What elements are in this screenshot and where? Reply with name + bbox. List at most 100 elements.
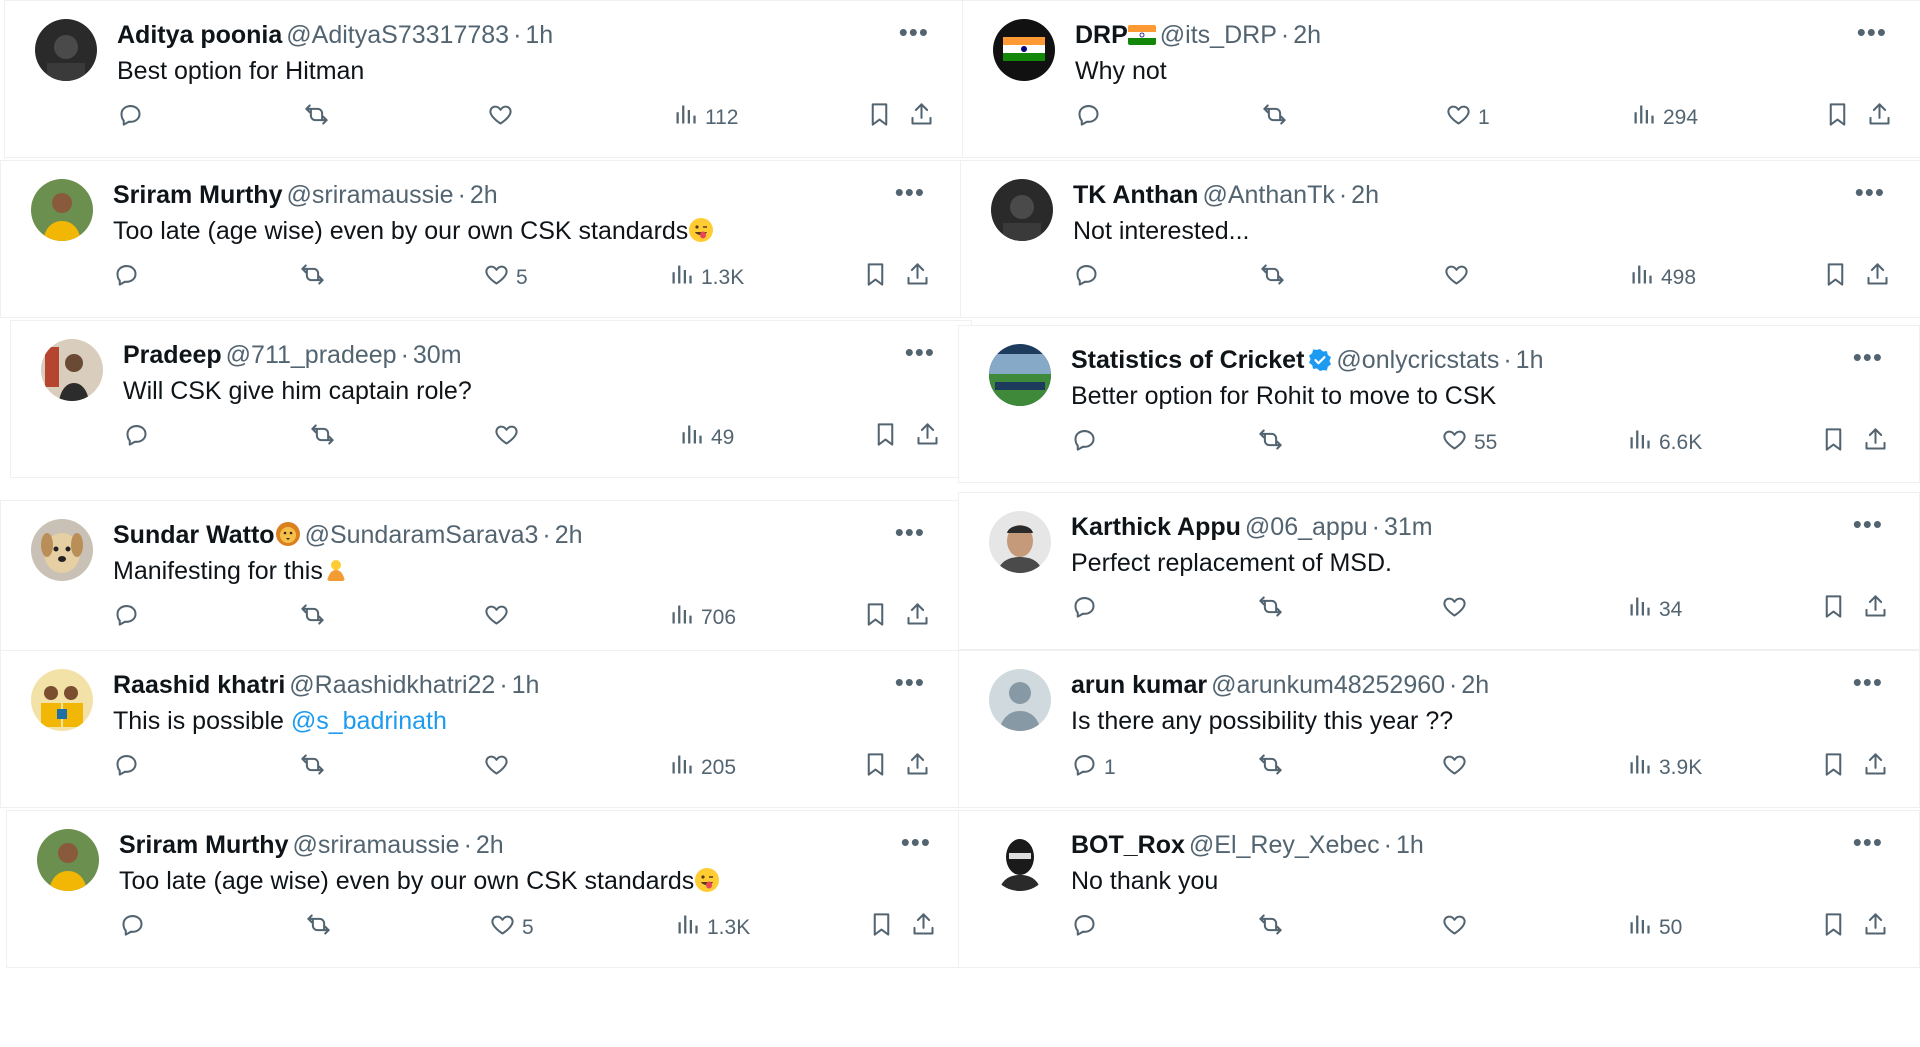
avatar[interactable] bbox=[989, 511, 1051, 573]
reply-button[interactable] bbox=[1075, 101, 1108, 134]
share-button[interactable] bbox=[904, 601, 931, 634]
share-button[interactable] bbox=[1862, 593, 1889, 626]
share-button[interactable] bbox=[908, 101, 935, 134]
user-handle[interactable]: @arunkum48252960 bbox=[1211, 671, 1445, 699]
bookmark-button[interactable] bbox=[866, 101, 893, 134]
retweet-button[interactable] bbox=[299, 261, 332, 294]
bookmark-button[interactable] bbox=[868, 911, 895, 944]
timestamp[interactable]: 2h bbox=[1293, 21, 1321, 49]
share-button[interactable] bbox=[914, 421, 941, 454]
display-name[interactable]: BOT_Rox bbox=[1071, 831, 1185, 859]
avatar[interactable] bbox=[989, 344, 1051, 406]
reply-button[interactable] bbox=[113, 751, 146, 784]
display-name[interactable]: Pradeep bbox=[123, 341, 222, 369]
like-button[interactable] bbox=[1441, 751, 1474, 784]
like-button[interactable]: 1 bbox=[1445, 101, 1490, 134]
views-button[interactable]: 498 bbox=[1628, 261, 1696, 294]
avatar[interactable] bbox=[991, 179, 1053, 241]
timestamp[interactable]: 2h bbox=[470, 181, 498, 209]
like-button[interactable] bbox=[483, 751, 516, 784]
retweet-button[interactable] bbox=[1257, 593, 1290, 626]
timestamp[interactable]: 1h bbox=[1516, 346, 1544, 374]
retweet-button[interactable] bbox=[1257, 426, 1290, 459]
more-options-icon[interactable]: ••• bbox=[1853, 342, 1883, 373]
more-options-icon[interactable]: ••• bbox=[1853, 667, 1883, 698]
views-button[interactable]: 34 bbox=[1626, 593, 1682, 626]
reply-button[interactable] bbox=[123, 421, 156, 454]
more-options-icon[interactable]: ••• bbox=[895, 177, 925, 208]
timestamp[interactable]: 2h bbox=[476, 831, 504, 859]
bookmark-button[interactable] bbox=[872, 421, 899, 454]
reply-button[interactable] bbox=[119, 911, 152, 944]
display-name[interactable]: Sriram Murthy bbox=[119, 831, 288, 859]
tweet-card[interactable]: Raashid khatri @Raashidkhatri22 · 1h This is… bbox=[0, 650, 962, 808]
views-button[interactable]: 112 bbox=[672, 101, 738, 134]
user-handle[interactable]: @Raashidkhatri22 bbox=[289, 671, 495, 699]
display-name[interactable]: DRP bbox=[1075, 21, 1128, 49]
bookmark-button[interactable] bbox=[1820, 593, 1847, 626]
display-name[interactable]: TK Anthan bbox=[1073, 181, 1198, 209]
more-options-icon[interactable]: ••• bbox=[905, 337, 935, 368]
tweet-card[interactable]: TK Anthan @AnthanTk · 2h Not interested... ••… bbox=[960, 160, 1920, 318]
reply-button[interactable] bbox=[1073, 261, 1106, 294]
tweet-card[interactable]: Sundar Watto @SundaramSarava3 · 2h Manifesti… bbox=[0, 500, 962, 658]
retweet-button[interactable] bbox=[1259, 261, 1292, 294]
timestamp[interactable]: 1h bbox=[1396, 831, 1424, 859]
avatar[interactable] bbox=[37, 829, 99, 891]
views-button[interactable]: 1.3K bbox=[674, 911, 750, 944]
user-handle[interactable]: @AnthanTk bbox=[1202, 181, 1334, 209]
more-options-icon[interactable]: ••• bbox=[1853, 509, 1883, 540]
share-button[interactable] bbox=[1866, 101, 1893, 134]
display-name[interactable]: Sundar Watto bbox=[113, 521, 275, 549]
views-button[interactable]: 50 bbox=[1626, 911, 1682, 944]
more-options-icon[interactable]: ••• bbox=[1853, 827, 1883, 858]
avatar[interactable] bbox=[31, 519, 93, 581]
avatar[interactable] bbox=[31, 669, 93, 731]
avatar[interactable] bbox=[989, 669, 1051, 731]
timestamp[interactable]: 31m bbox=[1384, 513, 1433, 541]
tweet-card[interactable]: Sriram Murthy @sriramaussie · 2h Too late (a… bbox=[6, 810, 968, 968]
views-button[interactable]: 294 bbox=[1630, 101, 1698, 134]
reply-button[interactable] bbox=[117, 101, 150, 134]
like-button[interactable]: 5 bbox=[489, 911, 534, 944]
reply-button[interactable] bbox=[1071, 426, 1104, 459]
tweet-card[interactable]: Statistics of Cricket @onlycricstats · 1h Be… bbox=[958, 325, 1920, 483]
display-name[interactable]: arun kumar bbox=[1071, 671, 1207, 699]
more-options-icon[interactable]: ••• bbox=[901, 827, 931, 858]
display-name[interactable]: Aditya poonia bbox=[117, 21, 282, 49]
display-name[interactable]: Raashid khatri bbox=[113, 671, 285, 699]
tweet-card[interactable]: BOT_Rox @El_Rey_Xebec · 1h No thank you ••• 50 bbox=[958, 810, 1920, 968]
avatar[interactable] bbox=[41, 339, 103, 401]
like-button[interactable] bbox=[483, 601, 516, 634]
retweet-button[interactable] bbox=[305, 911, 338, 944]
timestamp[interactable]: 2h bbox=[555, 521, 583, 549]
display-name[interactable]: Karthick Appu bbox=[1071, 513, 1241, 541]
like-button[interactable] bbox=[1443, 261, 1476, 294]
avatar[interactable] bbox=[35, 19, 97, 81]
share-button[interactable] bbox=[1862, 751, 1889, 784]
timestamp[interactable]: 2h bbox=[1351, 181, 1379, 209]
views-button[interactable]: 706 bbox=[668, 601, 736, 634]
tweet-card[interactable]: DRP @its_DRP · 2h Why not ••• 1 294 bbox=[962, 0, 1920, 158]
share-button[interactable] bbox=[904, 751, 931, 784]
user-handle[interactable]: @sriramaussie bbox=[286, 181, 453, 209]
views-button[interactable]: 1.3K bbox=[668, 261, 744, 294]
bookmark-button[interactable] bbox=[1820, 426, 1847, 459]
bookmark-button[interactable] bbox=[1824, 101, 1851, 134]
more-options-icon[interactable]: ••• bbox=[1855, 177, 1885, 208]
bookmark-button[interactable] bbox=[1822, 261, 1849, 294]
like-button[interactable] bbox=[487, 101, 520, 134]
tweet-card[interactable]: Sriram Murthy @sriramaussie · 2h Too late (a… bbox=[0, 160, 962, 318]
avatar[interactable] bbox=[993, 19, 1055, 81]
share-button[interactable] bbox=[1864, 261, 1891, 294]
reply-button[interactable]: 1 bbox=[1071, 751, 1116, 784]
retweet-button[interactable] bbox=[303, 101, 336, 134]
display-name[interactable]: Statistics of Cricket bbox=[1071, 346, 1304, 374]
more-options-icon[interactable]: ••• bbox=[895, 667, 925, 698]
views-button[interactable]: 205 bbox=[668, 751, 736, 784]
avatar[interactable] bbox=[989, 829, 1051, 891]
views-button[interactable]: 6.6K bbox=[1626, 426, 1702, 459]
display-name[interactable]: Sriram Murthy bbox=[113, 181, 282, 209]
tweet-card[interactable]: Karthick Appu @06_appu · 31m Perfect replace… bbox=[958, 492, 1920, 650]
more-options-icon[interactable]: ••• bbox=[899, 17, 929, 48]
